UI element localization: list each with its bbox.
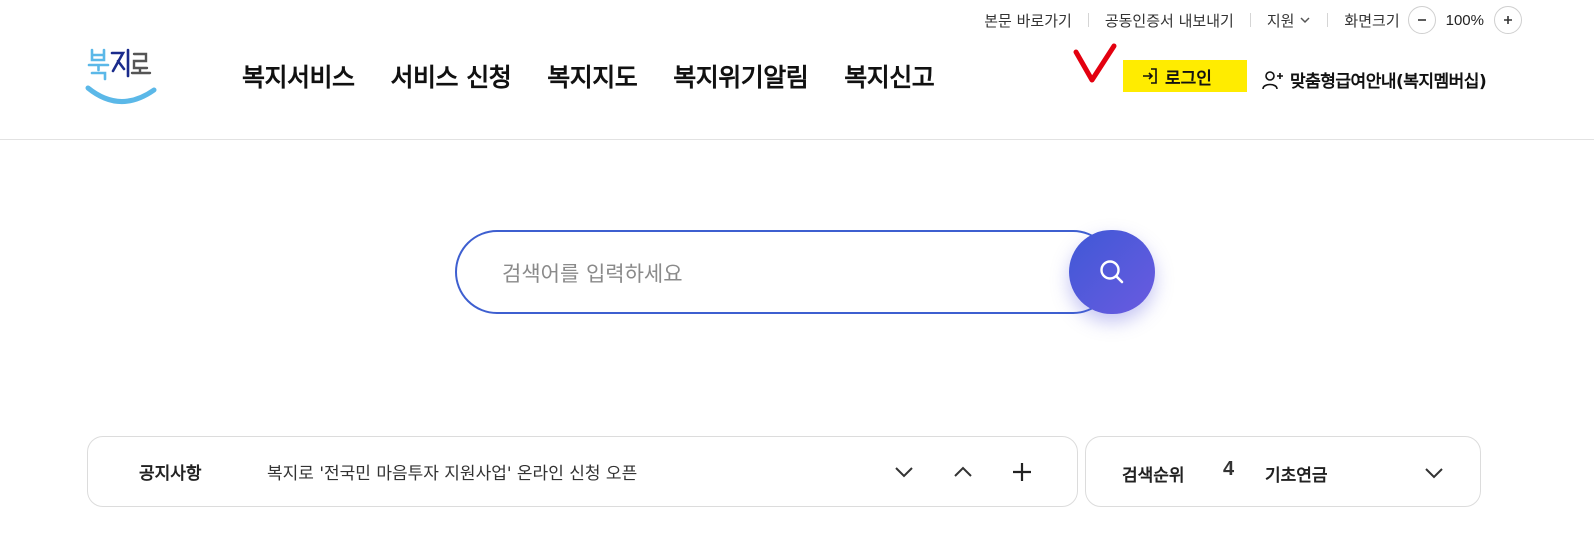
site-logo[interactable] [82, 44, 162, 108]
support-dropdown[interactable]: 지원 [1251, 10, 1328, 31]
notice-next-button[interactable] [888, 456, 920, 488]
membership-link[interactable]: 맞춤형급여안내(복지멤버십) [1262, 67, 1487, 92]
notice-title: 공지사항 [139, 464, 202, 484]
chevron-up-icon [954, 466, 972, 477]
nav-service-application[interactable]: 서비스 신청 [391, 58, 512, 94]
minus-icon [1417, 19, 1426, 21]
checkmark-annotation-icon [1073, 43, 1117, 83]
zoom-value: 100% [1445, 11, 1484, 29]
zoom-control: 화면크기 100% [1328, 6, 1522, 34]
search-ranking-bar: 검색순위 4 기초연금 [1085, 436, 1481, 507]
ranking-number: 4 [1223, 458, 1235, 480]
header-divider [0, 139, 1594, 140]
zoom-out-button[interactable] [1407, 6, 1436, 34]
skip-to-content-link[interactable]: 본문 바로가기 [968, 10, 1088, 31]
nav-welfare-report[interactable]: 복지신고 [844, 58, 935, 94]
plus-icon [1504, 16, 1512, 24]
login-arrow-icon [1143, 68, 1157, 84]
support-label: 지원 [1266, 11, 1295, 30]
screen-size-label: 화면크기 [1344, 11, 1400, 30]
search-input[interactable] [502, 252, 1062, 296]
login-label: 로그인 [1165, 68, 1212, 89]
login-button[interactable]: 로그인 [1123, 60, 1247, 92]
bokjiro-logo [85, 48, 157, 104]
notice-prev-button[interactable] [947, 456, 979, 488]
chevron-down-icon [895, 466, 913, 477]
utility-bar: 본문 바로가기 공동인증서 내보내기 지원 화면크기 100% [968, 6, 1522, 34]
add-user-icon [1262, 70, 1283, 89]
chevron-down-icon [1300, 17, 1310, 24]
search-button[interactable] [1069, 230, 1155, 314]
ranking-title: 검색순위 [1122, 466, 1185, 486]
nav-welfare-services[interactable]: 복지서비스 [242, 58, 355, 94]
search-icon [1100, 260, 1124, 284]
nav-welfare-map[interactable]: 복지지도 [547, 58, 638, 94]
notice-bar: 공지사항 복지로 '전국민 마음투자 지원사업' 온라인 신청 오픈 [87, 436, 1078, 507]
notice-item-link[interactable]: 복지로 '전국민 마음투자 지원사업' 온라인 신청 오픈 [267, 459, 637, 484]
nav-welfare-crisis-alert[interactable]: 복지위기알림 [673, 58, 809, 94]
zoom-in-button[interactable] [1494, 6, 1522, 34]
search-box [455, 230, 1115, 314]
chevron-down-icon [1425, 468, 1443, 479]
ranking-toggle-button[interactable] [1418, 457, 1450, 489]
notice-more-button[interactable] [1006, 456, 1038, 488]
main-nav: 복지서비스 서비스 신청 복지지도 복지위기알림 복지신고 [242, 58, 935, 94]
export-certificate-link[interactable]: 공동인증서 내보내기 [1089, 10, 1250, 31]
plus-icon [1013, 462, 1031, 481]
membership-label: 맞춤형급여안내(복지멤버십) [1290, 72, 1487, 92]
search-area [455, 230, 1155, 314]
ranking-term-link[interactable]: 기초연금 [1265, 461, 1328, 486]
